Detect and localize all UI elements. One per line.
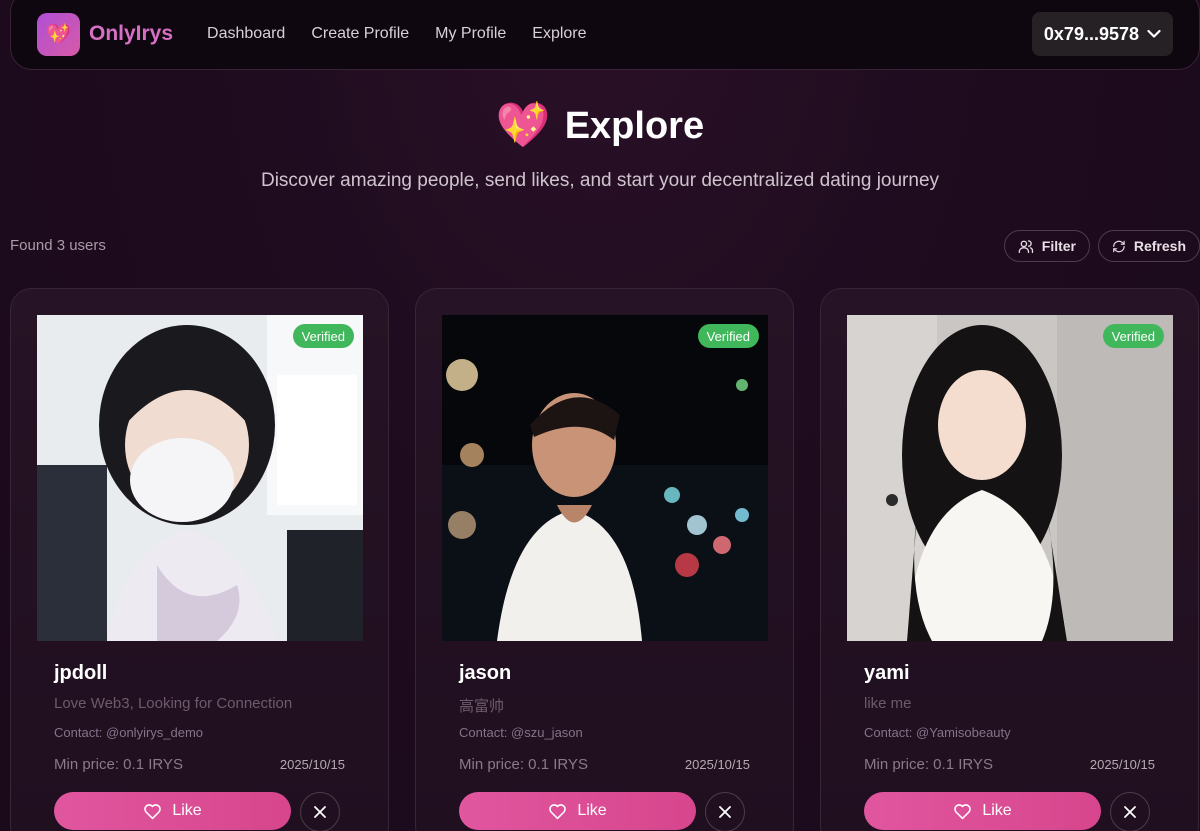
pass-button[interactable] [300, 792, 340, 831]
profile-name: jpdoll [54, 662, 108, 684]
logo[interactable]: 💖 [37, 12, 80, 56]
like-label: Like [577, 802, 607, 819]
wallet-address: 0x79...9578 [1043, 23, 1139, 44]
refresh-icon [1113, 240, 1125, 252]
profile-contact: Contact: @Yamisobeauty [864, 725, 1011, 740]
top-navbar: 💖 OnlyIrys Dashboard Create Profile My P… [10, 0, 1200, 70]
pass-button[interactable] [705, 792, 745, 831]
close-icon [314, 806, 326, 818]
profile-date: 2025/10/15 [1089, 757, 1155, 772]
heart-icon [144, 803, 162, 819]
profile-name: yami [864, 662, 910, 684]
page-subtitle: Discover amazing people, send likes, and… [260, 170, 940, 191]
like-label: Like [172, 802, 202, 819]
sparkling-heart-icon: 💖 [46, 23, 71, 46]
verified-badge: Verified [697, 324, 759, 348]
profile-photo[interactable]: Verified [847, 315, 1173, 641]
brand-name[interactable]: OnlyIrys [89, 22, 173, 46]
profile-name: jason [459, 662, 512, 684]
like-button[interactable]: Like [54, 792, 291, 830]
nav-link-dashboard[interactable]: Dashboard [207, 25, 285, 43]
profile-card: Verified yami like me Contact: @Yamisobe… [820, 288, 1199, 831]
pass-button[interactable] [1110, 792, 1150, 831]
refresh-button[interactable]: Refresh [1098, 230, 1200, 262]
profile-date: 2025/10/15 [279, 757, 345, 772]
like-button[interactable]: Like [459, 792, 696, 830]
profile-min-price: Min price: 0.1 IRYS [864, 756, 993, 773]
profile-min-price: Min price: 0.1 IRYS [54, 756, 183, 773]
profile-photo-image [847, 315, 1173, 641]
page-title: 💖 Explore [0, 104, 1200, 148]
nav-link-create-profile[interactable]: Create Profile [311, 25, 409, 43]
refresh-label: Refresh [1133, 238, 1186, 254]
profile-photo[interactable]: Verified [37, 315, 363, 641]
profile-bio: 高富帅 [459, 698, 505, 715]
close-icon [719, 806, 731, 818]
profile-bio: Love Web3, Looking for Connection [54, 695, 293, 712]
wallet-button[interactable]: 0x79...9578 [1031, 12, 1173, 56]
chevron-down-icon [1147, 29, 1161, 38]
nav-link-my-profile[interactable]: My Profile [435, 25, 506, 43]
profile-card: Verified jason 高富帅 Contact: @szu_jason M… [415, 288, 794, 831]
heart-icon [549, 803, 567, 819]
profile-date: 2025/10/15 [684, 757, 750, 772]
sparkling-heart-icon: 💖 [495, 101, 551, 150]
profile-photo[interactable]: Verified [442, 315, 768, 641]
filter-button[interactable]: Filter [1004, 230, 1090, 262]
profile-min-price: Min price: 0.1 IRYS [459, 756, 588, 773]
profile-contact: Contact: @szu_jason [459, 725, 583, 740]
results-count: Found 3 users [10, 237, 106, 254]
page-title-text: Explore [564, 104, 705, 147]
nav-link-explore[interactable]: Explore [532, 25, 586, 43]
verified-badge: Verified [292, 324, 354, 348]
nav-links: Dashboard Create Profile My Profile Expl… [207, 25, 586, 43]
profile-photo-image [442, 315, 768, 641]
profile-bio: like me [864, 695, 912, 712]
profile-card: Verified jpdoll Love Web3, Looking for C… [10, 288, 389, 831]
close-icon [1124, 806, 1136, 818]
users-icon [1018, 239, 1034, 253]
like-label: Like [982, 802, 1012, 819]
verified-badge: Verified [1102, 324, 1164, 348]
profile-photo-image [37, 315, 363, 641]
profile-contact: Contact: @onlyirys_demo [54, 725, 204, 740]
filter-label: Filter [1041, 238, 1076, 254]
like-button[interactable]: Like [864, 792, 1101, 830]
heart-icon [954, 803, 972, 819]
